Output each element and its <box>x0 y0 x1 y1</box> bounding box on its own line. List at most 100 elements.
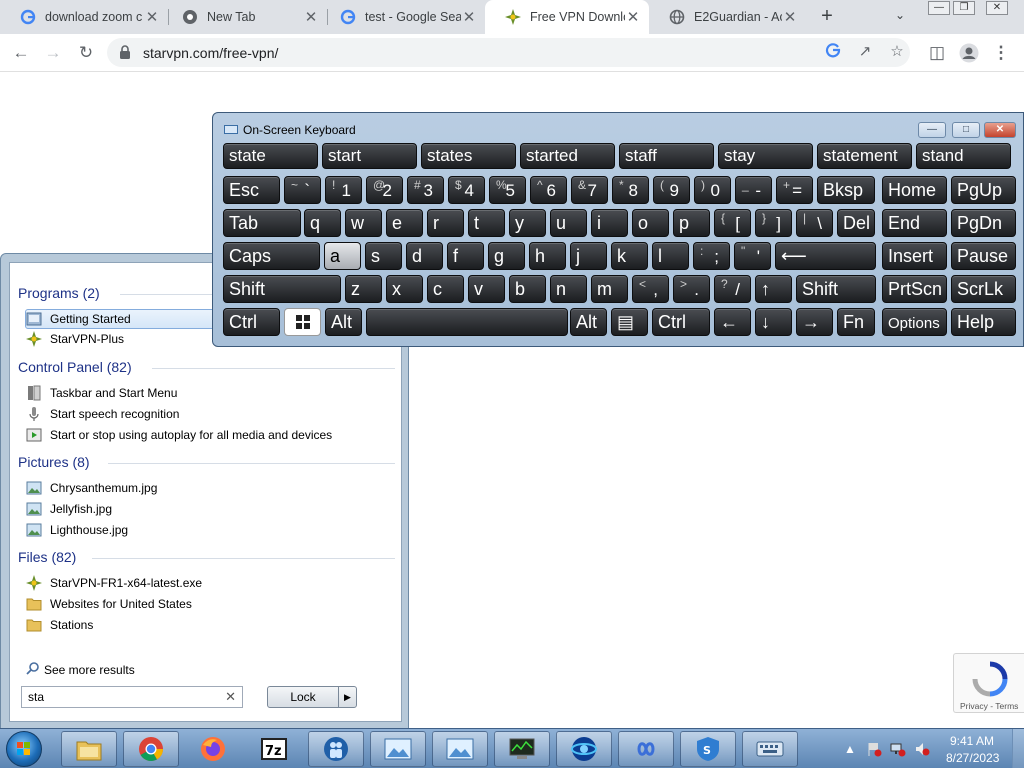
key-p[interactable]: p <box>673 209 710 237</box>
group-header-control-panel[interactable]: Control Panel (82) <box>18 359 132 375</box>
key-w[interactable]: w <box>345 209 382 237</box>
tab-new-tab[interactable]: New Tab ✕ <box>162 0 327 34</box>
key-2[interactable]: @2 <box>366 176 403 204</box>
taskbar-photo-viewer-button[interactable] <box>432 731 488 767</box>
osk-minimize-icon[interactable]: — <box>918 122 946 138</box>
group-header-files[interactable]: Files (82) <box>18 549 76 565</box>
key-symbol[interactable]: → <box>796 308 833 336</box>
key-0[interactable]: ) 0 <box>694 176 731 204</box>
close-icon[interactable]: ✕ <box>625 8 641 26</box>
reload-icon[interactable]: ↻ <box>75 42 97 64</box>
action-center-flag-icon[interactable] <box>866 741 882 757</box>
key-a[interactable]: a <box>324 242 361 270</box>
key-r[interactable]: r <box>427 209 464 237</box>
key-esc[interactable]: Esc <box>223 176 280 204</box>
minimize-icon[interactable]: — <box>928 1 950 15</box>
start-button[interactable] <box>6 731 42 767</box>
key-ctrl[interactable]: Ctrl <box>652 308 710 336</box>
key-v[interactable]: v <box>468 275 505 303</box>
taskbar-people-button[interactable] <box>308 731 364 767</box>
key-g[interactable]: g <box>488 242 525 270</box>
key-punct-0-12[interactable]: _ - <box>735 176 772 204</box>
new-tab-button[interactable]: + <box>816 5 838 27</box>
key-pause[interactable]: Pause <box>951 242 1016 270</box>
restore-icon[interactable]: ❐ <box>953 1 975 15</box>
key-end[interactable]: End <box>882 209 947 237</box>
result-speech-recognition[interactable]: Start speech recognition <box>26 404 398 424</box>
key-y[interactable]: y <box>509 209 546 237</box>
result-lighthouse[interactable]: Lighthouse.jpg <box>26 520 398 540</box>
clear-search-icon[interactable]: ✕ <box>225 689 236 705</box>
result-websites-folder[interactable]: Websites for United States <box>26 594 398 614</box>
key-caps[interactable]: Caps <box>223 242 320 270</box>
taskbar-network-monitor-button[interactable] <box>494 731 550 767</box>
tab-google-search[interactable]: test - Google Sear ✕ <box>320 0 485 34</box>
result-starvpn-exe[interactable]: StarVPN-FR1-x64-latest.exe <box>26 573 398 593</box>
key-alt[interactable]: Alt <box>325 308 362 336</box>
result-chrysanthemum[interactable]: Chrysanthemum.jpg <box>26 478 398 498</box>
key-s[interactable]: s <box>365 242 402 270</box>
key-punct-0-1[interactable]: ~ ` <box>284 176 321 204</box>
key-punct-2-11[interactable]: " ' <box>734 242 771 270</box>
side-panel-icon[interactable]: ◫ <box>926 42 948 64</box>
key-punct-2-10[interactable]: :; <box>693 242 730 270</box>
url-text[interactable]: starvpn.com/free-vpn/ <box>143 45 278 61</box>
key-symbol[interactable]: ↓ <box>755 308 792 336</box>
show-hidden-icons-icon[interactable]: ▲ <box>842 741 858 757</box>
key-symbol[interactable]: ▤ <box>611 308 648 336</box>
prediction-statement[interactable]: statement <box>817 143 912 169</box>
taskbar-photo-viewer-button[interactable] <box>370 731 426 767</box>
key-space[interactable] <box>366 308 568 336</box>
tab-download-zoom[interactable]: download zoom c ✕ <box>0 0 168 34</box>
key-o[interactable]: o <box>632 209 669 237</box>
key-h[interactable]: h <box>529 242 566 270</box>
group-header-programs[interactable]: Programs (2) <box>18 285 100 301</box>
key-j[interactable]: j <box>570 242 607 270</box>
key-del[interactable]: Del <box>837 209 875 237</box>
key-8[interactable]: * 8 <box>612 176 649 204</box>
result-autoplay[interactable]: Start or stop using autoplay for all med… <box>26 425 398 445</box>
taskbar-vpn-shield-button[interactable]: S <box>680 731 736 767</box>
osk-close-icon[interactable]: ✕ <box>984 122 1016 138</box>
clock-date[interactable]: 8/27/2023 <box>946 751 999 765</box>
key-u[interactable]: u <box>550 209 587 237</box>
key-punct-3-10[interactable]: ? / <box>714 275 751 303</box>
key-d[interactable]: d <box>406 242 443 270</box>
key-symbol[interactable]: ⟵ <box>775 242 876 270</box>
key-e[interactable]: e <box>386 209 423 237</box>
key-tab[interactable]: Tab <box>223 209 301 237</box>
close-icon[interactable]: ✕ <box>303 8 319 26</box>
see-more-results-link[interactable]: See more results <box>26 661 135 678</box>
key-shift[interactable]: Shift <box>796 275 876 303</box>
key-pgdn[interactable]: PgDn <box>951 209 1016 237</box>
key-punct-3-9[interactable]: >. <box>673 275 710 303</box>
taskbar-firefox-button[interactable] <box>185 731 241 767</box>
key-i[interactable]: i <box>591 209 628 237</box>
prediction-started[interactable]: started <box>520 143 615 169</box>
profile-avatar-icon[interactable] <box>958 42 980 64</box>
key-insert[interactable]: Insert <box>882 242 947 270</box>
result-jellyfish[interactable]: Jellyfish.jpg <box>26 499 398 519</box>
tab-search-chevron-icon[interactable]: ⌄ <box>895 8 905 22</box>
prediction-stand[interactable]: stand <box>916 143 1011 169</box>
lock-button[interactable]: Lock ▶ <box>267 686 357 708</box>
close-icon[interactable]: ✕ <box>782 8 798 26</box>
group-header-pictures[interactable]: Pictures (8) <box>18 454 90 470</box>
address-bar[interactable]: starvpn.com/free-vpn/ ↗ ☆ <box>107 38 910 67</box>
forward-arrow-icon[interactable]: → <box>42 42 64 64</box>
key-alt[interactable]: Alt <box>570 308 607 336</box>
taskbar-chrome-button[interactable] <box>123 731 179 767</box>
tab-e2guardian[interactable]: E2Guardian - Acce ✕ <box>649 0 806 34</box>
prediction-start[interactable]: start <box>322 143 417 169</box>
taskbar-explorer-button[interactable] <box>61 731 117 767</box>
key-punct-1-13[interactable]: | \ <box>796 209 833 237</box>
recaptcha-badge[interactable]: Privacy - Terms <box>953 653 1024 713</box>
taskbar-onscreen-keyboard-button[interactable] <box>742 731 798 767</box>
key-ctrl[interactable]: Ctrl <box>223 308 280 336</box>
back-arrow-icon[interactable]: ← <box>10 42 32 64</box>
share-icon[interactable]: ↗ <box>855 42 875 62</box>
taskbar-7zip-button[interactable]: 7z <box>246 731 302 767</box>
result-taskbar-start-menu[interactable]: Taskbar and Start Menu <box>26 383 398 403</box>
key-options[interactable]: Options <box>882 308 947 336</box>
recaptcha-terms-link[interactable]: Privacy - Terms <box>960 701 1018 711</box>
